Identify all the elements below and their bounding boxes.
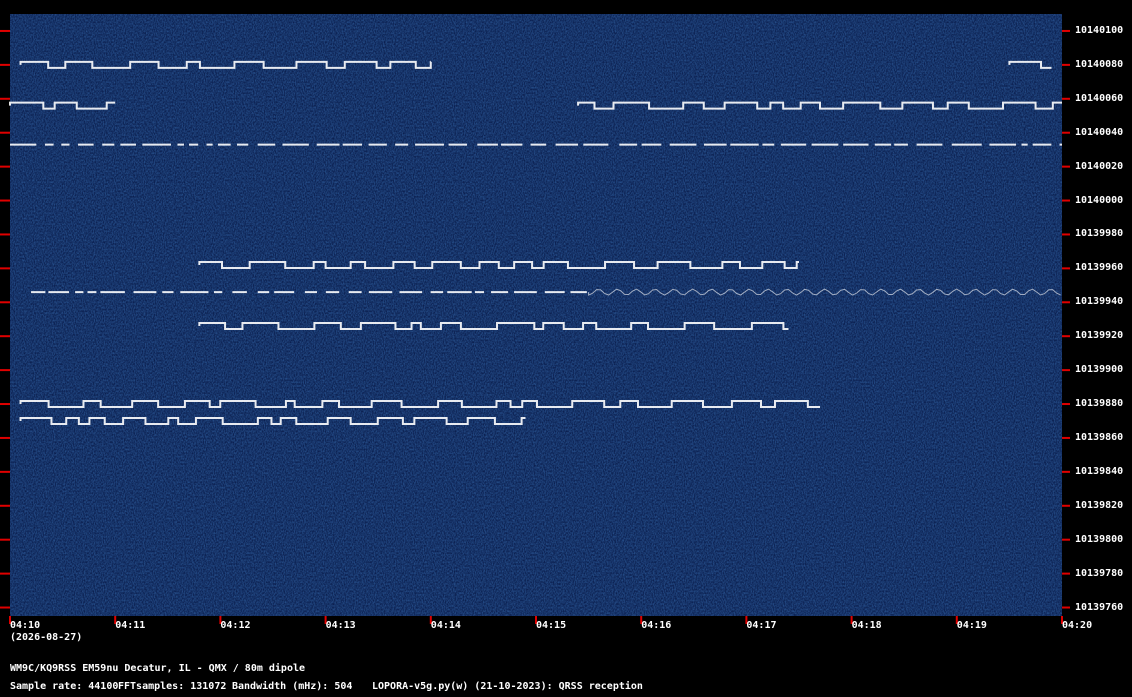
x-tick-label: 04:18 bbox=[851, 620, 882, 631]
x-tick-label: 04:14 bbox=[430, 620, 461, 631]
y-tick-label: 10139800 bbox=[1075, 533, 1124, 545]
x-tick-label: 04:15 bbox=[536, 620, 567, 631]
x-tick-label: 04:20 bbox=[1062, 620, 1093, 631]
y-tick-label: 10139840 bbox=[1075, 465, 1124, 477]
y-tick-label: 10140000 bbox=[1075, 194, 1124, 206]
y-tick-label: 10140080 bbox=[1075, 58, 1124, 70]
x-tick-label: 04:17 bbox=[746, 620, 777, 631]
x-tick-label: 04:11 bbox=[115, 620, 146, 631]
y-tick-label: 10139860 bbox=[1075, 431, 1124, 443]
y-tick-label: 10139980 bbox=[1075, 228, 1124, 240]
y-tick-label: 10139920 bbox=[1075, 330, 1124, 342]
y-tick-label: 10139760 bbox=[1075, 601, 1124, 613]
spectrogram-chart bbox=[0, 14, 1070, 624]
y-tick-label: 10139880 bbox=[1075, 398, 1124, 410]
x-tick-label: 04:10 bbox=[10, 620, 41, 631]
y-tick-label: 10139780 bbox=[1075, 567, 1124, 579]
y-tick-label: 10140040 bbox=[1075, 126, 1124, 138]
y-tick-label: 10140060 bbox=[1075, 92, 1124, 104]
x-tick-label: 04:16 bbox=[641, 620, 672, 631]
y-tick-label: 10139940 bbox=[1075, 296, 1124, 308]
fft-samples-info: FFTsamples: 131072 bbox=[118, 681, 227, 692]
x-tick-label: 04:13 bbox=[325, 620, 356, 631]
x-tick-label: 04:12 bbox=[220, 620, 251, 631]
station-info: WM9C/KQ9RSS EM59nu Decatur, IL - QMX / 8… bbox=[10, 663, 306, 674]
date-label: (2026-08-27) bbox=[10, 632, 83, 643]
sample-rate-info: Sample rate: 44100 bbox=[10, 681, 119, 692]
y-tick-label: 10139820 bbox=[1075, 499, 1124, 511]
y-tick-label: 10139900 bbox=[1075, 364, 1124, 376]
y-tick-label: 10140100 bbox=[1075, 24, 1124, 36]
software-info: LOPORA-v5g.py(w) (21-10-2023): QRSS rece… bbox=[372, 681, 643, 692]
x-tick-label: 04:19 bbox=[956, 620, 987, 631]
plot-noise bbox=[10, 14, 1062, 616]
bandwidth-info: Bandwidth (mHz): 504 bbox=[232, 681, 353, 692]
y-tick-label: 10139960 bbox=[1075, 262, 1124, 274]
y-tick-label: 10140020 bbox=[1075, 160, 1124, 172]
